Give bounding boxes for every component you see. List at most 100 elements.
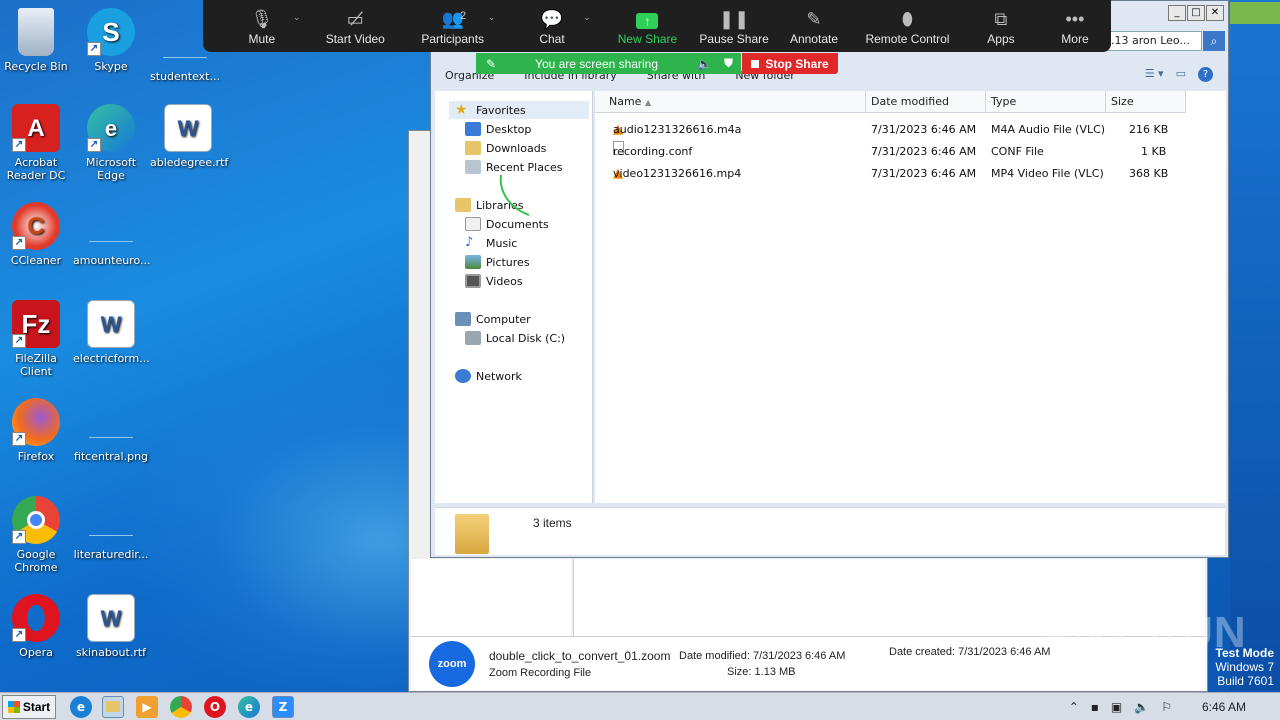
nav-videos[interactable]: Videos xyxy=(465,272,523,290)
recycle-bin-icon xyxy=(18,8,54,56)
desktop-icon-chrome[interactable]: ↗ Google Chrome xyxy=(0,496,74,574)
nav-pictures[interactable]: Pictures xyxy=(465,253,530,271)
new-share-button[interactable]: ↑ New Share xyxy=(603,6,693,46)
skype-icon: S ↗ xyxy=(87,8,135,56)
maximize-button[interactable]: □ xyxy=(1187,5,1205,21)
column-header-size[interactable]: Size xyxy=(1106,91,1186,113)
taskbar-opera-icon[interactable]: O xyxy=(204,695,226,718)
desktop-icon-recycle-bin[interactable]: Recycle Bin xyxy=(0,8,74,73)
preview-pane-icon[interactable]: ▭ xyxy=(1176,67,1186,82)
nav-desktop[interactable]: Desktop xyxy=(465,120,531,138)
apps-button[interactable]: ⧉ Apps xyxy=(963,6,1039,46)
desktop-icon-label: literaturedir... xyxy=(73,548,149,561)
column-header-name[interactable]: Name ▲ xyxy=(595,91,866,113)
desktop-icon-label: abledegree.rtf xyxy=(150,156,229,169)
taskbar-chrome-icon[interactable] xyxy=(170,695,192,718)
apps-label: Apps xyxy=(987,32,1015,46)
shortcut-arrow-icon: ↗ xyxy=(12,236,26,250)
nav-downloads[interactable]: Downloads xyxy=(465,139,546,157)
nav-local-disk[interactable]: Local Disk (C:) xyxy=(465,329,565,347)
desktop-icon-label: studentext... xyxy=(150,70,220,83)
sort-ascending-icon: ▲ xyxy=(644,98,652,107)
desktop-icon-label: Microsoft Edge xyxy=(85,156,137,182)
file-row[interactable]: ▲ video1231326616.mp4 7/31/2023 6:46 AM M… xyxy=(595,163,1226,185)
desktop-icon-ccleaner[interactable]: C ↗ CCleaner xyxy=(0,202,74,267)
chevron-down-icon[interactable]: ⌄ xyxy=(488,12,496,23)
item-count: 3 items xyxy=(533,516,572,530)
desktop-icon-skype[interactable]: S ↗ Skype xyxy=(73,8,149,73)
mute-label: Mute xyxy=(248,32,276,46)
mute-button[interactable]: 🎙 Mute ⌄ xyxy=(217,6,307,46)
network-tray-icon[interactable]: ▣ xyxy=(1111,700,1122,714)
blank-file-icon xyxy=(89,422,133,438)
desktop-icon-label: Acrobat Reader DC xyxy=(6,156,66,182)
desktop-icon-edge[interactable]: e ↗ Microsoft Edge xyxy=(73,104,149,182)
folder-icon xyxy=(455,514,489,554)
file-date: 7/31/2023 6:46 AM xyxy=(871,123,977,136)
view-options-icon[interactable]: ☰ ▾ xyxy=(1145,67,1164,82)
more-button[interactable]: ••• More xyxy=(1039,6,1111,46)
desktop-icon-label: skinabout.rtf xyxy=(75,646,147,659)
nav-documents[interactable]: Documents xyxy=(465,215,549,233)
taskbar: Start e ▶ O e Z ⌃ ▪ ▣ 🔈 ⚐ 6:46 AM xyxy=(0,692,1280,720)
nav-local-disk-label: Local Disk (C:) xyxy=(486,331,566,345)
nav-favorites-label: Favorites xyxy=(476,103,526,117)
clock[interactable]: 6:46 AM xyxy=(1202,700,1246,714)
shortcut-arrow-icon: ↗ xyxy=(12,530,26,544)
participants-button[interactable]: 👥 2 Participants ⌄ xyxy=(404,6,501,46)
column-header-type[interactable]: Type xyxy=(986,91,1106,113)
desktop-icon-literaturedir[interactable]: literaturedir... xyxy=(73,496,149,561)
window-controls: _ □ ✕ xyxy=(1168,5,1224,21)
taskbar-edge-icon[interactable]: e xyxy=(238,695,260,718)
annotate-button[interactable]: ✎ Annotate xyxy=(776,6,852,46)
desktop-icon-electricform[interactable]: W electricform... xyxy=(73,300,150,365)
nav-computer[interactable]: Computer xyxy=(455,310,531,328)
search-icon[interactable]: ⌕ xyxy=(1203,31,1225,51)
screen-sharing-banner[interactable]: ✎ You are screen sharing 🔈 ⛊ xyxy=(476,53,741,74)
search-box[interactable]: .13 aron Leo... xyxy=(1106,31,1202,51)
help-icon[interactable]: ? xyxy=(1198,67,1213,82)
volume-icon[interactable]: 🔈 xyxy=(1134,700,1149,714)
stop-share-button[interactable]: Stop Share xyxy=(742,53,838,74)
file-name: video1231326616.mp4 xyxy=(613,167,742,180)
tray-app-icon[interactable]: ▪ xyxy=(1091,700,1099,714)
start-button[interactable]: Start xyxy=(2,694,56,719)
file-row[interactable]: ▲ audio1231326616.m4a 7/31/2023 6:46 AM M… xyxy=(595,119,1226,141)
chevron-down-icon[interactable]: ⌄ xyxy=(293,12,301,23)
chevron-down-icon[interactable]: ⌄ xyxy=(583,12,591,23)
taskbar-ie-icon[interactable]: e xyxy=(70,695,92,718)
desktop-icon-acrobat[interactable]: A ↗ Acrobat Reader DC xyxy=(0,104,74,182)
pause-share-button[interactable]: ❚❚ Pause Share xyxy=(692,6,776,46)
desktop-icon-amounteuro[interactable]: amounteuro... xyxy=(73,202,151,267)
action-center-flag-icon[interactable]: ⚐ xyxy=(1161,700,1172,714)
taskbar-zoom-icon[interactable]: Z xyxy=(272,695,294,718)
file-row[interactable]: recording.conf 7/31/2023 6:46 AM CONF Fi… xyxy=(595,141,1226,163)
chat-button[interactable]: 💬 Chat ⌄ xyxy=(501,6,602,46)
desktop-icon-skinabout[interactable]: W skinabout.rtf xyxy=(73,594,149,659)
taskbar-media-player-icon[interactable]: ▶ xyxy=(136,695,158,718)
details-filename: double_click_to_convert_01.zoom xyxy=(489,648,671,663)
nav-favorites[interactable]: ★ Favorites xyxy=(455,101,526,119)
shortcut-arrow-icon: ↗ xyxy=(12,432,26,446)
desktop-icon-abledegree[interactable]: W abledegree.rtf xyxy=(150,104,229,169)
taskbar-explorer-icon[interactable] xyxy=(102,695,124,718)
file-type: MP4 Video File (VLC) xyxy=(991,167,1104,180)
desktop-icon-fitcentral[interactable]: fitcentral.png xyxy=(73,398,149,463)
audio-icon[interactable]: 🔈 xyxy=(697,57,712,71)
test-mode-notice: Test Mode Windows 7 Build 7601 xyxy=(1215,646,1274,688)
minimize-button[interactable]: _ xyxy=(1168,5,1186,21)
tray-expand-icon[interactable]: ⌃ xyxy=(1069,700,1079,714)
pictures-icon xyxy=(465,255,481,269)
file-date: 7/31/2023 6:46 AM xyxy=(871,167,977,180)
nav-music[interactable]: ♪ Music xyxy=(465,234,517,252)
desktop-icon-opera[interactable]: ↗ Opera xyxy=(0,594,74,659)
nav-network[interactable]: Network xyxy=(455,367,522,385)
start-video-button[interactable]: ▭̸ Start Video xyxy=(307,6,404,46)
desktop-icon-filezilla[interactable]: Fz ↗ FileZilla Client xyxy=(0,300,74,378)
desktop-icon-firefox[interactable]: ↗ Firefox xyxy=(0,398,74,463)
remote-control-button[interactable]: ⬮ Remote Control xyxy=(852,6,963,46)
close-button[interactable]: ✕ xyxy=(1206,5,1224,21)
column-header-date[interactable]: Date modified xyxy=(866,91,986,113)
participants-icon: 👥 xyxy=(441,9,464,29)
local-disk-icon xyxy=(465,331,481,345)
